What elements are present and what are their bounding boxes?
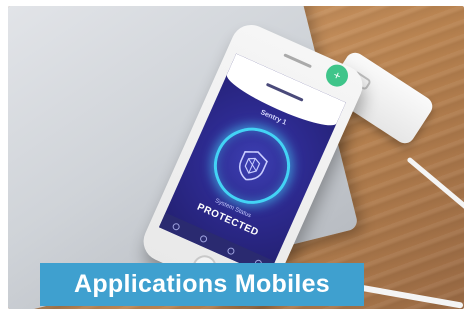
- header-logo: [265, 82, 304, 102]
- phone-speaker: [283, 53, 312, 69]
- nav-share-icon: [226, 245, 236, 256]
- plus-icon: +: [322, 61, 352, 91]
- nav-home-icon: [171, 221, 181, 231]
- shield-icon: [238, 150, 268, 181]
- nav-devices-icon: [198, 233, 208, 243]
- title-banner[interactable]: Applications Mobiles: [40, 263, 364, 306]
- product-image-card[interactable]: Sentry 1 System Status PROTECTED + Appli…: [8, 6, 464, 309]
- banner-title: Applications Mobiles: [73, 270, 331, 298]
